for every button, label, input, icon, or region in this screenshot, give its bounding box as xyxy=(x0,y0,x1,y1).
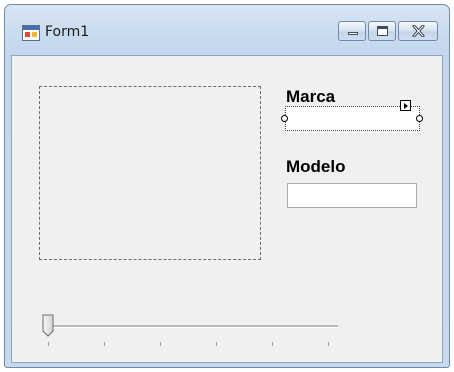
picture-box[interactable] xyxy=(39,86,261,260)
trackbar[interactable] xyxy=(42,314,338,350)
trackbar-tick xyxy=(104,342,105,346)
close-icon xyxy=(412,25,425,37)
maximize-icon xyxy=(377,26,388,36)
smart-tag-button[interactable] xyxy=(400,100,411,111)
trackbar-track xyxy=(42,325,338,328)
trackbar-thumb[interactable] xyxy=(42,314,54,338)
maximize-button[interactable] xyxy=(368,21,396,41)
marca-label: Marca xyxy=(286,87,336,106)
trackbar-tick xyxy=(48,342,49,346)
modelo-label: Modelo xyxy=(286,157,346,176)
trackbar-tick xyxy=(216,342,217,346)
trackbar-tick xyxy=(272,342,273,346)
winforms-app-icon xyxy=(22,25,40,41)
trackbar-tick xyxy=(160,342,161,346)
smart-tag-arrow-icon xyxy=(404,103,408,109)
form-client-area: Marca Modelo xyxy=(11,55,443,363)
trackbar-tick xyxy=(328,342,329,346)
minimize-icon xyxy=(348,32,358,35)
minimize-button[interactable] xyxy=(338,21,366,41)
title-bar[interactable]: Form1 xyxy=(5,5,449,55)
modelo-textbox[interactable] xyxy=(287,183,417,208)
resize-handle-left[interactable] xyxy=(281,115,288,122)
resize-handle-right[interactable] xyxy=(416,115,423,122)
close-button[interactable] xyxy=(398,21,438,41)
form1-window: Form1 Marca Modelo xyxy=(4,4,450,368)
window-title: Form1 xyxy=(45,24,90,40)
